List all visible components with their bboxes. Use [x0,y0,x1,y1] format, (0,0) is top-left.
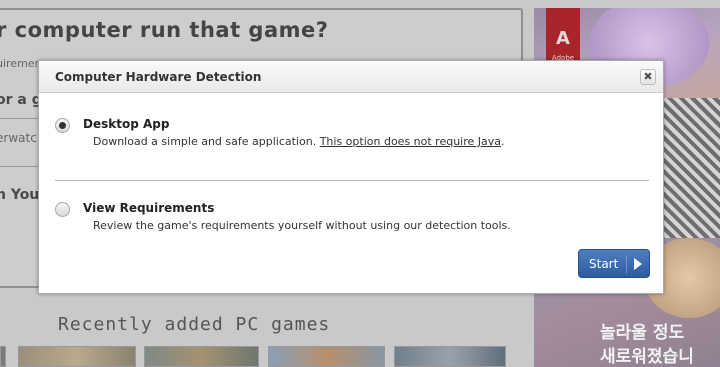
game-thumbnail[interactable] [144,346,259,367]
options-divider [55,180,649,181]
game-thumbnail[interactable] [268,346,385,367]
search-label-fragment: or a g [0,92,42,108]
ad-headline-line: 새로워졌습니 [600,347,694,367]
no-java-link[interactable]: This option does not require Java [320,135,501,148]
start-button-label: Start [589,257,619,271]
requirements-text-fragment: uiremen [0,57,42,70]
dialog-header: Computer Hardware Detection ✖ [39,61,663,93]
start-button[interactable]: Start [578,249,650,278]
recent-games-title: Recently added PC games [58,314,331,335]
section-label-fragment: n You [0,187,40,203]
game-thumbnail[interactable] [394,346,506,367]
dialog-title: Computer Hardware Detection [55,70,262,84]
option-description: Download a simple and safe application. … [93,135,505,148]
search-input-fragment[interactable]: erwatc [0,131,37,145]
close-icon[interactable]: ✖ [640,69,656,85]
option-title: View Requirements [83,201,215,215]
option-description-text: Download a simple and safe application. [93,135,317,148]
option-desktop-app[interactable]: Desktop App Download a simple and safe a… [39,115,663,155]
radio-desktop-app[interactable] [55,118,70,133]
radio-view-requirements[interactable] [55,202,70,217]
divider [0,118,40,119]
ad-headline: 놀라울 정도 새로워졌습니 [600,321,694,367]
page-heading: r computer run that game? [0,18,329,42]
button-separator [626,255,627,273]
option-description-suffix: . [501,135,505,148]
recent-games-strip [0,346,520,367]
adobe-logo-letter: A [556,28,570,49]
option-description: Review the game's requirements yourself … [93,219,511,232]
option-view-requirements[interactable]: View Requirements Review the game's requ… [39,199,663,239]
divider [0,166,40,167]
hardware-detection-dialog: Computer Hardware Detection ✖ Desktop Ap… [38,60,664,294]
game-thumbnail[interactable] [18,346,136,367]
play-arrow-icon [634,258,642,270]
game-thumbnail[interactable] [0,346,6,367]
option-title: Desktop App [83,117,170,131]
ad-headline-line: 놀라울 정도 [600,323,685,343]
